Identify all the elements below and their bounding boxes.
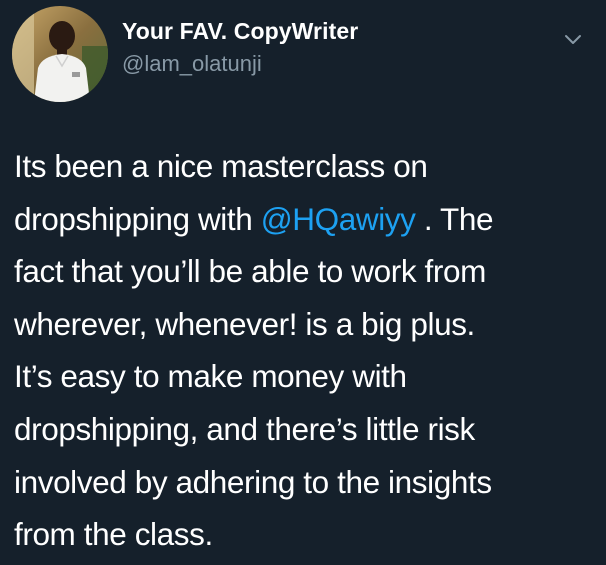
tweet-line: dropshipping, and there’s little risk: [14, 410, 475, 447]
tweet-line: fact that you’ll be able to work from: [14, 253, 486, 290]
tweet-line: Its been a nice masterclass on: [14, 148, 428, 184]
profile-photo-icon: [12, 6, 108, 102]
tweet-line: It’s easy to make money with: [14, 358, 407, 395]
author-display-name[interactable]: Your FAV. CopyWriter: [122, 18, 358, 45]
tweet-line-text: . The: [415, 200, 494, 237]
tweet-line: from the class.: [14, 516, 213, 553]
tweet-line: wherever, whenever! is a big plus.: [14, 305, 475, 342]
tweet-body: Its been a nice masterclass on dropshipp…: [14, 140, 599, 561]
tweet-line-text: dropshipping with: [14, 200, 261, 237]
tweet-line: involved by adhering to the insights: [14, 463, 492, 500]
author-avatar[interactable]: [12, 6, 108, 102]
mention-link[interactable]: @HQawiyy: [261, 201, 416, 237]
tweet-card: Your FAV. CopyWriter @lam_olatunji Its b…: [0, 0, 606, 565]
chevron-down-icon: [565, 35, 581, 44]
tweet-menu-button[interactable]: [560, 26, 586, 52]
author-handle[interactable]: @lam_olatunji: [122, 51, 262, 77]
tweet-line: dropshipping with @HQawiyy . The: [14, 193, 599, 246]
